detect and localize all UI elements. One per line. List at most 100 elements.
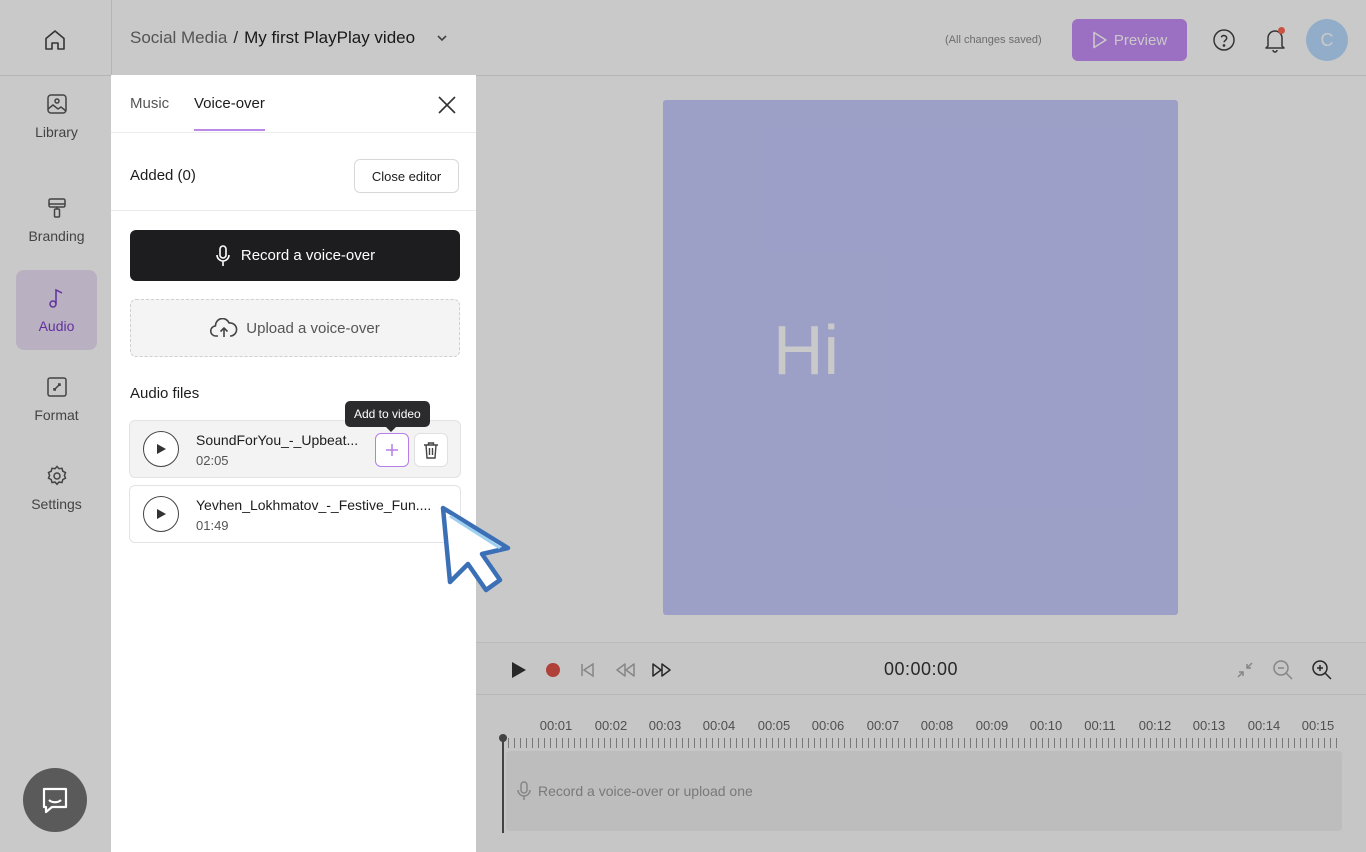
- fit-timeline-button[interactable]: [1234, 659, 1256, 681]
- save-status: (All changes saved): [945, 34, 1042, 46]
- panel-tabs: Music Voice-over: [111, 75, 476, 133]
- tab-music[interactable]: Music: [130, 95, 169, 129]
- ruler-label: 00:06: [811, 718, 845, 733]
- sidebar-item-label: Format: [34, 407, 79, 423]
- ruler-label: 00:15: [1301, 718, 1335, 733]
- ruler-label: 00:09: [975, 718, 1009, 733]
- timeline-controls: 00:00:00: [476, 643, 1366, 695]
- ruler-label: 00:03: [648, 718, 682, 733]
- zoom-out-icon: [1273, 660, 1293, 680]
- sidebar-item-format[interactable]: Format: [16, 359, 97, 439]
- sidebar-item-library[interactable]: Library: [16, 76, 97, 156]
- gear-icon: [47, 465, 66, 486]
- track-placeholder: Record a voice-over or upload one: [538, 783, 753, 799]
- sidebar-item-settings[interactable]: Settings: [16, 448, 97, 528]
- add-to-video-button[interactable]: [375, 433, 409, 467]
- zoom-out-button[interactable]: [1272, 659, 1294, 681]
- audio-file-item[interactable]: SoundForYou_-_Upbeat... 02:05: [129, 420, 461, 478]
- playhead[interactable]: [499, 734, 507, 833]
- ruler-label: 00:01: [539, 718, 573, 733]
- ruler-label: 00:05: [757, 718, 791, 733]
- ruler-label: 00:11: [1084, 718, 1116, 733]
- skip-start-button[interactable]: [576, 659, 598, 681]
- audio-file-name: Yevhen_Lokhmatov_-_Festive_Fun....: [196, 497, 432, 513]
- topbar-divider: [111, 0, 112, 76]
- home-icon: [45, 30, 65, 50]
- upload-label: Upload a voice-over: [246, 319, 380, 337]
- added-row: Added (0) Close editor: [111, 133, 476, 211]
- ruler-label: 00:10: [1029, 718, 1063, 733]
- video-text[interactable]: Hi: [773, 310, 839, 390]
- notifications-button[interactable]: [1263, 27, 1287, 53]
- audio-panel: Music Voice-over Added (0) Close editor …: [111, 75, 476, 852]
- ruler-label: 00:07: [866, 718, 900, 733]
- sidebar-item-label: Audio: [38, 318, 75, 334]
- audio-play-button[interactable]: [143, 496, 179, 532]
- breadcrumb-folder[interactable]: Social Media: [130, 28, 227, 48]
- audio-file-duration: 02:05: [196, 453, 229, 468]
- timeline-ruler[interactable]: 00:01 00:02 00:03 00:04 00:05 00:06 00:0…: [502, 718, 1342, 748]
- voice-over-track[interactable]: Record a voice-over or upload one: [506, 751, 1342, 831]
- trash-icon: [424, 442, 438, 459]
- close-panel-button[interactable]: [436, 94, 458, 116]
- microphone-icon: [517, 781, 531, 800]
- home-button[interactable]: [30, 18, 80, 62]
- video-preview-frame[interactable]: Hi: [663, 100, 1178, 615]
- delete-audio-button[interactable]: [414, 433, 448, 467]
- tab-voice-over[interactable]: Voice-over: [194, 95, 265, 131]
- audio-file-item[interactable]: Yevhen_Lokhmatov_-_Festive_Fun.... 01:49: [129, 485, 461, 543]
- play-icon: [512, 662, 526, 678]
- music-note-icon: [48, 288, 62, 308]
- microphone-icon: [216, 244, 230, 266]
- audio-file-name: SoundForYou_-_Upbeat...: [196, 432, 359, 448]
- ruler-ticks: [502, 738, 1342, 748]
- image-icon: [46, 94, 67, 114]
- rewind-button[interactable]: [614, 659, 636, 681]
- ruler-label: 00:14: [1247, 718, 1281, 733]
- help-icon: [1213, 29, 1235, 51]
- sidebar-item-audio[interactable]: Audio: [16, 270, 97, 350]
- play-icon: [157, 444, 166, 454]
- project-title[interactable]: My first PlayPlay video: [244, 28, 415, 48]
- ruler-label: 00:04: [702, 718, 736, 733]
- top-bar: Social Media / My first PlayPlay video (…: [0, 0, 1366, 76]
- cloud-upload-icon: [210, 318, 238, 337]
- sidebar-item-label: Branding: [28, 228, 85, 244]
- ruler-label: 00:12: [1138, 718, 1172, 733]
- add-to-video-tooltip: Add to video: [345, 401, 430, 432]
- close-icon: [438, 96, 456, 114]
- avatar[interactable]: C: [1306, 19, 1348, 61]
- timeline-play-button[interactable]: [508, 659, 530, 681]
- fast-forward-icon: [652, 663, 671, 677]
- preview-label: Preview: [1113, 31, 1168, 49]
- sidebar-item-label: Settings: [31, 496, 82, 512]
- record-dot-button[interactable]: [542, 659, 564, 681]
- record-icon: [546, 663, 560, 677]
- sidebar-item-label: Library: [35, 124, 78, 140]
- pointer-cursor-icon: [440, 505, 511, 593]
- chevron-down-icon[interactable]: [435, 31, 449, 45]
- preview-button[interactable]: Preview: [1072, 19, 1187, 61]
- rewind-icon: [616, 663, 635, 677]
- timeline-current-time: 00:00:00: [884, 659, 959, 679]
- skip-back-icon: [581, 662, 594, 678]
- play-icon: [157, 509, 166, 519]
- upload-voice-over-button[interactable]: Upload a voice-over: [130, 299, 460, 357]
- ruler-label: 00:08: [920, 718, 954, 733]
- record-voice-over-button[interactable]: Record a voice-over: [130, 230, 460, 281]
- breadcrumb-separator: /: [233, 28, 239, 47]
- sidebar-item-branding[interactable]: Branding: [16, 180, 97, 260]
- breadcrumb: Social Media / My first PlayPlay video: [130, 28, 449, 48]
- sidebar: Library Branding Audio Format Settings: [0, 76, 111, 852]
- fast-forward-button[interactable]: [651, 659, 673, 681]
- paint-roller-icon: [47, 198, 66, 218]
- close-editor-button[interactable]: Close editor: [354, 159, 459, 193]
- ruler-label: 00:13: [1192, 718, 1226, 733]
- chat-icon: [42, 787, 68, 814]
- zoom-in-icon: [1312, 660, 1332, 680]
- timeline: 00:00:00 00:01 00:02 00:03 00:04 00:05 0…: [476, 642, 1366, 852]
- help-button[interactable]: [1212, 28, 1236, 52]
- zoom-in-button[interactable]: [1311, 659, 1333, 681]
- chat-widget-button[interactable]: [23, 768, 87, 832]
- audio-play-button[interactable]: [143, 431, 179, 467]
